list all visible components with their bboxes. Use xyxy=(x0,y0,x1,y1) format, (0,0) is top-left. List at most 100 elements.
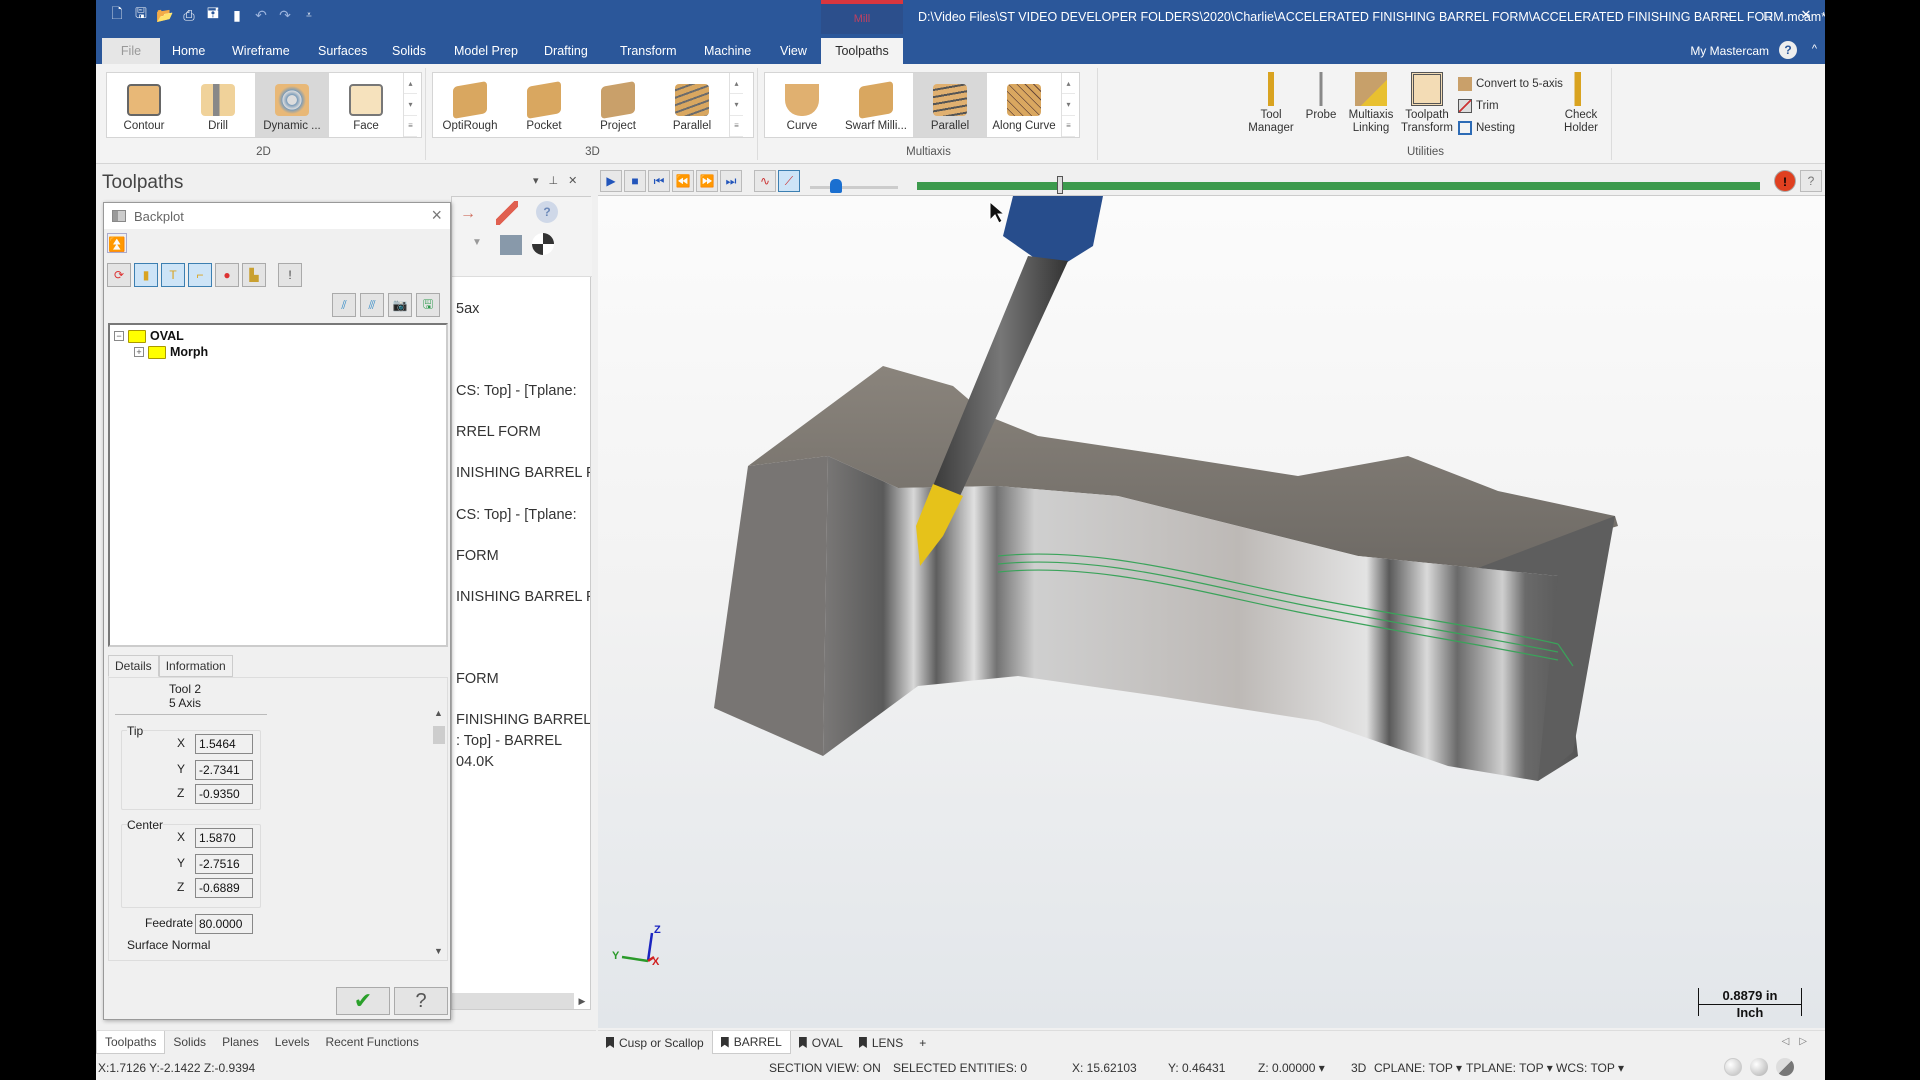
tip-y-field[interactable]: -2.7341 xyxy=(195,760,253,780)
gallery-scroll[interactable]: ▴ ▾ ≡ xyxy=(403,73,417,137)
dropdown-icon[interactable]: ▼ xyxy=(472,237,482,248)
view-tab-oval[interactable]: OVAL xyxy=(791,1032,851,1054)
pocket-button[interactable]: Pocket xyxy=(507,73,581,137)
tab-toolpaths-manager[interactable]: Toolpaths xyxy=(96,1031,166,1054)
view-tab-lens[interactable]: LENS xyxy=(851,1032,911,1054)
highfeed-icon[interactable] xyxy=(496,201,518,225)
tab-wireframe[interactable]: Wireframe xyxy=(222,38,300,64)
tab-view[interactable]: View xyxy=(770,38,817,64)
help-icon[interactable]: ? xyxy=(1779,41,1797,59)
toolpath-manager-line[interactable]: CS: Top] - [Tplane: xyxy=(456,383,590,399)
add-view-tab-button[interactable]: + xyxy=(911,1032,934,1054)
2d-3d-toggle[interactable]: 3D xyxy=(1351,1061,1366,1075)
customize-icon[interactable]: ⩡ xyxy=(300,6,318,24)
redo-icon[interactable]: ↷ xyxy=(276,6,294,24)
screenshot-icon[interactable]: 📷 xyxy=(388,293,412,317)
tab-file[interactable]: File xyxy=(102,38,160,64)
tab-planes-manager[interactable]: Planes xyxy=(214,1031,267,1054)
parallel-multiaxis-button[interactable]: Parallel xyxy=(913,73,987,137)
playback-progress-handle[interactable] xyxy=(1057,176,1064,194)
drill-button[interactable]: Drill xyxy=(181,73,255,137)
face-button[interactable]: Face xyxy=(329,73,403,137)
step-back-button[interactable]: ⏪ xyxy=(672,170,694,192)
close-button[interactable]: ✕ xyxy=(1787,0,1825,30)
vertical-scrollbar[interactable]: ▲ ▼ xyxy=(431,678,447,960)
center-x-field[interactable]: 1.5870 xyxy=(195,828,253,848)
trim-button[interactable]: Trim xyxy=(1458,96,1499,116)
speed-slider-track[interactable] xyxy=(810,186,898,189)
display-endpoints-icon[interactable]: ● xyxy=(215,263,239,287)
toolpath-manager-line[interactable]: 5ax xyxy=(456,301,590,317)
along-curve-button[interactable]: Along Curve xyxy=(987,73,1061,137)
toolpath-manager-line[interactable]: 04.0K xyxy=(456,754,590,770)
toolpath-manager-line[interactable]: FINISHING BARREL xyxy=(456,712,590,728)
tab-scroll-arrows[interactable]: ◁▷ xyxy=(1782,1036,1817,1047)
minimize-button[interactable]: – xyxy=(1711,0,1749,30)
toolpath-manager-line[interactable]: CS: Top] - [Tplane: xyxy=(456,507,590,523)
horizontal-scrollbar[interactable]: ▶ xyxy=(452,993,590,1009)
z-depth-dropdown[interactable]: Z: 0.00000 ▾ xyxy=(1258,1061,1325,1075)
tip-x-field[interactable]: 1.5464 xyxy=(195,734,253,754)
translucency-icon[interactable] xyxy=(1776,1058,1794,1076)
print-icon[interactable]: ⎙ xyxy=(180,6,198,24)
tplane-dropdown[interactable]: TPLANE: TOP ▾ xyxy=(1466,1061,1553,1075)
save-icon[interactable]: 🖫 xyxy=(132,5,150,24)
tool-manager-button[interactable]: Tool Manager xyxy=(1246,72,1296,135)
collapse-icon[interactable]: − xyxy=(114,331,124,341)
close-icon[interactable]: × xyxy=(431,205,442,226)
nesting-button[interactable]: Nesting xyxy=(1458,118,1515,138)
speed-slider-handle[interactable] xyxy=(830,179,843,193)
tab-drafting[interactable]: Drafting xyxy=(534,38,598,64)
help-icon[interactable]: ? xyxy=(536,201,558,223)
toolpath-manager-line[interactable]: FORM xyxy=(456,548,590,564)
check-holder-button[interactable]: Check Holder xyxy=(1558,72,1604,135)
all-passes-icon[interactable]: ⫻ xyxy=(360,293,384,317)
play-button[interactable]: ▶ xyxy=(600,170,622,192)
stop-conditions-button[interactable]: ! xyxy=(1774,170,1796,192)
open-icon[interactable]: 📂 xyxy=(156,6,174,24)
contour-button[interactable]: Contour xyxy=(107,73,181,137)
panel-dropdown-icon[interactable]: ▾ xyxy=(533,174,539,187)
playback-help-button[interactable]: ? xyxy=(1800,170,1822,192)
cplane-dropdown[interactable]: CPLANE: TOP ▾ xyxy=(1374,1061,1462,1075)
my-mastercam-link[interactable]: My Mastercam xyxy=(1690,44,1769,58)
gallery-scroll[interactable]: ▴ ▾ ≡ xyxy=(1061,73,1075,137)
probe-button[interactable]: Probe xyxy=(1298,72,1344,122)
parallel-3d-button[interactable]: Parallel xyxy=(655,73,729,137)
tab-solids[interactable]: Solids xyxy=(382,38,436,64)
display-mode-icon[interactable]: ⟋ xyxy=(778,170,800,192)
center-z-field[interactable]: -0.6889 xyxy=(195,878,253,898)
step-forward-button[interactable]: ⏩ xyxy=(696,170,718,192)
curve-button[interactable]: Curve xyxy=(765,73,839,137)
tab-information[interactable]: Information xyxy=(158,655,233,677)
tab-model-prep[interactable]: Model Prep xyxy=(444,38,528,64)
graphics-viewport[interactable]: ▶ ■ ⏮ ⏪ ⏩ ⏭ ∿ ⟋ ! ? Z Y X 0.8879 in Inch xyxy=(598,166,1825,1028)
options-icon[interactable]: ! xyxy=(278,263,302,287)
toolpath-manager-line[interactable]: FORM xyxy=(456,671,590,687)
stop-button[interactable]: ■ xyxy=(624,170,646,192)
gallery-scroll[interactable]: ▴ ▾ ≡ xyxy=(729,73,743,137)
convert-to-5axis-button[interactable]: Convert to 5-axis xyxy=(1458,74,1563,94)
shaded-mode-icon[interactable] xyxy=(1724,1058,1742,1076)
display-rapid-icon[interactable]: ⌐ xyxy=(188,263,212,287)
tab-details[interactable]: Details xyxy=(108,655,159,677)
feedrate-field[interactable]: 80.0000 xyxy=(195,914,253,934)
playback-progress-bar[interactable] xyxy=(917,182,1760,190)
tab-transform[interactable]: Transform xyxy=(610,38,687,64)
tree-node-morph[interactable]: + Morph xyxy=(134,345,208,359)
go-to-end-button[interactable]: ⏭ xyxy=(720,170,742,192)
save-icon[interactable]: 🖫 xyxy=(416,293,440,317)
go-to-start-button[interactable]: ⏮ xyxy=(648,170,670,192)
toolpath-manager-line[interactable]: RREL FORM xyxy=(456,424,590,440)
dynamic-button[interactable]: Dynamic ... xyxy=(255,73,329,137)
wcs-dropdown[interactable]: WCS: TOP ▾ xyxy=(1556,1061,1624,1075)
multiaxis-linking-button[interactable]: Multiaxis Linking xyxy=(1346,72,1396,135)
tab-levels-manager[interactable]: Levels xyxy=(267,1031,318,1054)
panel-close-icon[interactable]: ✕ xyxy=(568,174,577,187)
pin-icon[interactable]: ⊥ xyxy=(549,174,559,187)
tab-solids-manager[interactable]: Solids xyxy=(165,1031,214,1054)
help-button[interactable]: ? xyxy=(394,987,448,1015)
shaded-edges-icon[interactable] xyxy=(1750,1058,1768,1076)
view-tab-barrel[interactable]: BARREL xyxy=(711,1031,791,1054)
display-toolpath-icon[interactable]: ⟳ xyxy=(107,263,131,287)
